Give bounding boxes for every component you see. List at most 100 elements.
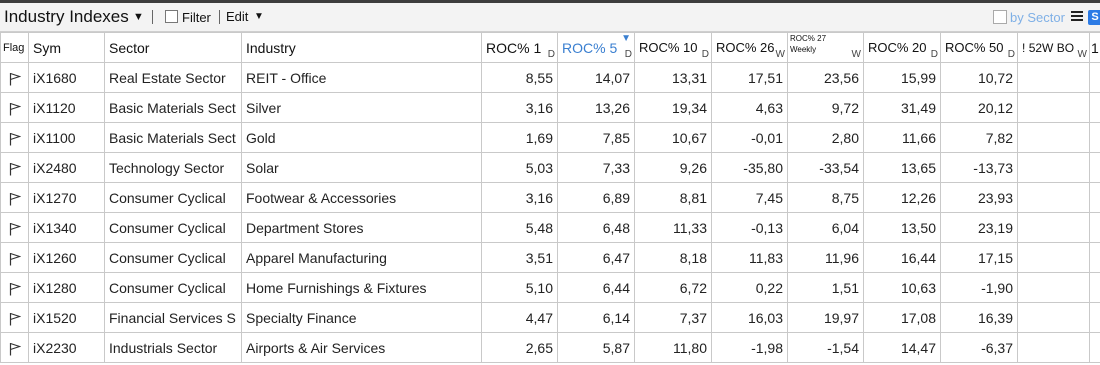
52w-bo-cell[interactable] bbox=[1017, 92, 1090, 123]
flag-icon[interactable] bbox=[9, 249, 21, 266]
roc1-cell[interactable]: 5,48 bbox=[481, 212, 558, 243]
column-header-industry[interactable]: Industry bbox=[241, 32, 482, 63]
flag-cell[interactable] bbox=[0, 92, 29, 123]
sector-cell[interactable]: Consumer Cyclical bbox=[104, 212, 242, 243]
roc1-cell[interactable]: 2,65 bbox=[481, 332, 558, 363]
roc1-cell[interactable]: 5,10 bbox=[481, 272, 558, 303]
roc26-cell[interactable]: 0,22 bbox=[711, 272, 788, 303]
industry-cell[interactable]: REIT - Office bbox=[241, 62, 482, 93]
roc20-cell[interactable]: 14,47 bbox=[863, 332, 941, 363]
column-header-truncated[interactable]: 1 bbox=[1089, 32, 1100, 63]
sym-cell[interactable]: iX1260 bbox=[28, 242, 105, 273]
roc5-cell[interactable]: 7,85 bbox=[557, 122, 635, 153]
industry-cell[interactable]: Home Furnishings & Fixtures bbox=[241, 272, 482, 303]
flag-icon[interactable] bbox=[9, 309, 21, 326]
sym-cell[interactable]: iX1680 bbox=[28, 62, 105, 93]
roc27-weekly-cell[interactable]: 8,75 bbox=[787, 182, 864, 213]
roc1-cell[interactable]: 4,47 bbox=[481, 302, 558, 333]
roc20-cell[interactable]: 17,08 bbox=[863, 302, 941, 333]
sector-cell[interactable]: Consumer Cyclical bbox=[104, 272, 242, 303]
roc10-cell[interactable]: 13,31 bbox=[634, 62, 712, 93]
52w-bo-cell[interactable] bbox=[1017, 272, 1090, 303]
roc5-cell[interactable]: 6,14 bbox=[557, 302, 635, 333]
roc26-cell[interactable]: -35,80 bbox=[711, 152, 788, 183]
52w-bo-cell[interactable] bbox=[1017, 242, 1090, 273]
flag-cell[interactable] bbox=[0, 62, 29, 93]
industry-cell[interactable]: Apparel Manufacturing bbox=[241, 242, 482, 273]
52w-bo-cell[interactable] bbox=[1017, 332, 1090, 363]
roc20-cell[interactable]: 11,66 bbox=[863, 122, 941, 153]
roc50-cell[interactable]: -13,73 bbox=[940, 152, 1018, 183]
roc1-cell[interactable]: 1,69 bbox=[481, 122, 558, 153]
roc26-cell[interactable]: 17,51 bbox=[711, 62, 788, 93]
roc50-cell[interactable]: 23,93 bbox=[940, 182, 1018, 213]
roc20-cell[interactable]: 13,65 bbox=[863, 152, 941, 183]
flag-cell[interactable] bbox=[0, 302, 29, 333]
industry-cell[interactable]: Silver bbox=[241, 92, 482, 123]
column-header-roc20[interactable]: ROC% 20 D bbox=[863, 32, 941, 63]
column-header-52w-bo[interactable]: ! 52W BO W bbox=[1017, 32, 1090, 63]
sym-cell[interactable]: iX1280 bbox=[28, 272, 105, 303]
roc26-cell[interactable]: 16,03 bbox=[711, 302, 788, 333]
table-row[interactable]: iX2230 Industrials Sector Airports & Air S… bbox=[0, 332, 1100, 363]
roc1-cell[interactable]: 5,03 bbox=[481, 152, 558, 183]
sym-cell[interactable]: iX2480 bbox=[28, 152, 105, 183]
flag-cell[interactable] bbox=[0, 122, 29, 153]
by-sector-label[interactable]: by Sector bbox=[1010, 10, 1065, 25]
52w-bo-cell[interactable] bbox=[1017, 182, 1090, 213]
roc10-cell[interactable]: 19,34 bbox=[634, 92, 712, 123]
flag-cell[interactable] bbox=[0, 152, 29, 183]
roc27-weekly-cell[interactable]: 1,51 bbox=[787, 272, 864, 303]
roc20-cell[interactable]: 12,26 bbox=[863, 182, 941, 213]
industry-cell[interactable]: Gold bbox=[241, 122, 482, 153]
flag-icon[interactable] bbox=[9, 339, 21, 356]
column-header-roc5[interactable]: ROC% 5 ▼ D bbox=[557, 32, 635, 63]
roc50-cell[interactable]: 23,19 bbox=[940, 212, 1018, 243]
roc10-cell[interactable]: 11,80 bbox=[634, 332, 712, 363]
flag-icon[interactable] bbox=[9, 129, 21, 146]
table-row[interactable]: iX1100 Basic Materials Sect Gold 1,69 7,85 10… bbox=[0, 122, 1100, 153]
sym-cell[interactable]: iX1120 bbox=[28, 92, 105, 123]
column-header-roc50[interactable]: ROC% 50 D bbox=[940, 32, 1018, 63]
roc20-cell[interactable]: 31,49 bbox=[863, 92, 941, 123]
industry-cell[interactable]: Department Stores bbox=[241, 212, 482, 243]
roc1-cell[interactable]: 3,16 bbox=[481, 92, 558, 123]
flag-icon[interactable] bbox=[9, 219, 21, 236]
roc50-cell[interactable]: 10,72 bbox=[940, 62, 1018, 93]
roc1-cell[interactable]: 3,51 bbox=[481, 242, 558, 273]
column-header-roc27-weekly[interactable]: ROC% 27 Weekly W bbox=[787, 32, 864, 63]
roc27-weekly-cell[interactable]: -33,54 bbox=[787, 152, 864, 183]
edit-menu-button[interactable]: Edit bbox=[226, 9, 248, 24]
roc10-cell[interactable]: 6,72 bbox=[634, 272, 712, 303]
roc26-cell[interactable]: -1,98 bbox=[711, 332, 788, 363]
roc26-cell[interactable]: 4,63 bbox=[711, 92, 788, 123]
roc5-cell[interactable]: 6,47 bbox=[557, 242, 635, 273]
roc27-weekly-cell[interactable]: 11,96 bbox=[787, 242, 864, 273]
sym-cell[interactable]: iX1270 bbox=[28, 182, 105, 213]
industry-cell[interactable]: Specialty Finance bbox=[241, 302, 482, 333]
roc20-cell[interactable]: 15,99 bbox=[863, 62, 941, 93]
sector-cell[interactable]: Industrials Sector bbox=[104, 332, 242, 363]
roc27-weekly-cell[interactable]: -1,54 bbox=[787, 332, 864, 363]
roc50-cell[interactable]: 17,15 bbox=[940, 242, 1018, 273]
industry-cell[interactable]: Solar bbox=[241, 152, 482, 183]
roc5-cell[interactable]: 6,89 bbox=[557, 182, 635, 213]
roc27-weekly-cell[interactable]: 2,80 bbox=[787, 122, 864, 153]
roc50-cell[interactable]: -6,37 bbox=[940, 332, 1018, 363]
s-badge-icon[interactable]: S bbox=[1088, 10, 1100, 25]
table-row[interactable]: iX2480 Technology Sector Solar 5,03 7,33 9,26… bbox=[0, 152, 1100, 183]
roc20-cell[interactable]: 16,44 bbox=[863, 242, 941, 273]
roc27-weekly-cell[interactable]: 6,04 bbox=[787, 212, 864, 243]
column-header-roc10[interactable]: ROC% 10 D bbox=[634, 32, 712, 63]
flag-cell[interactable] bbox=[0, 182, 29, 213]
chevron-down-icon[interactable]: ▼ bbox=[254, 11, 264, 22]
roc10-cell[interactable]: 7,37 bbox=[634, 302, 712, 333]
flag-cell[interactable] bbox=[0, 212, 29, 243]
flag-cell[interactable] bbox=[0, 272, 29, 303]
sym-cell[interactable]: iX2230 bbox=[28, 332, 105, 363]
sector-cell[interactable]: Consumer Cyclical bbox=[104, 242, 242, 273]
roc27-weekly-cell[interactable]: 19,97 bbox=[787, 302, 864, 333]
flag-icon[interactable] bbox=[9, 159, 21, 176]
by-sector-checkbox[interactable] bbox=[993, 10, 1007, 24]
list-title[interactable]: Industry Indexes bbox=[4, 7, 129, 27]
